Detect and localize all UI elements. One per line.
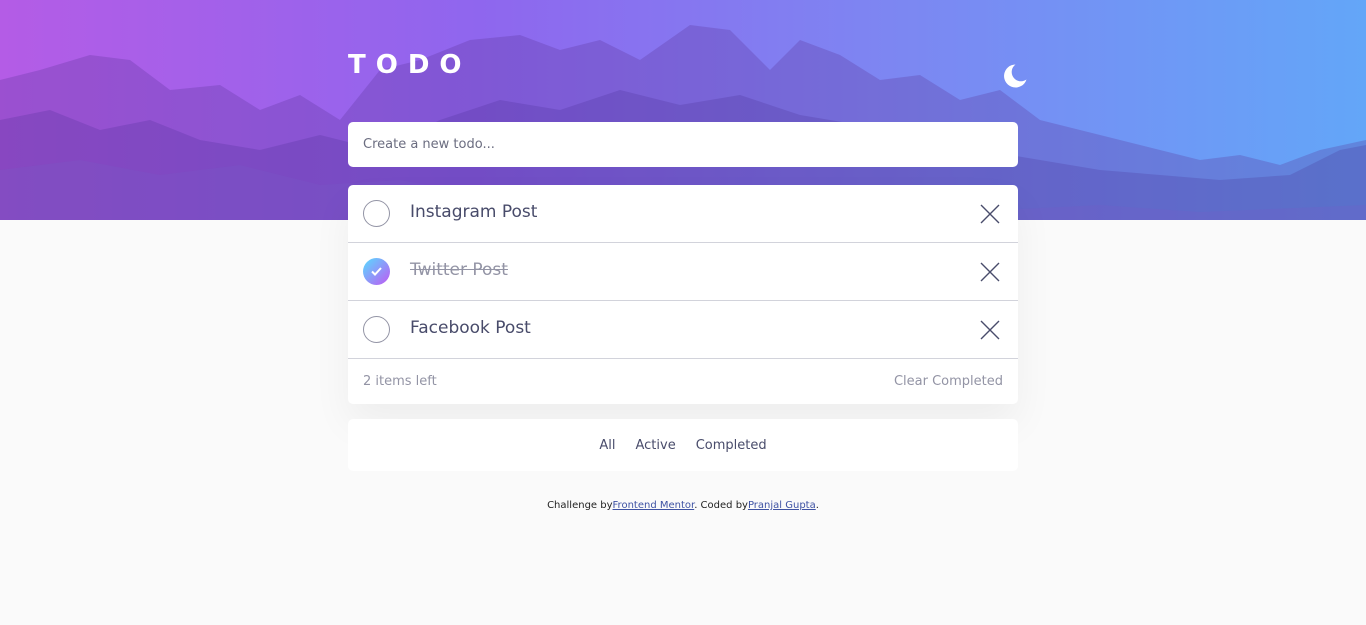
todo-checkbox-checked[interactable]: [363, 258, 390, 285]
close-icon[interactable]: [980, 320, 1000, 340]
attribution-suffix: .: [815, 500, 819, 511]
todo-item: Instagram Post: [348, 185, 1018, 243]
attribution-prefix: Challenge by: [547, 500, 613, 511]
clear-completed-button[interactable]: Clear Completed: [894, 374, 1003, 389]
todo-item: Facebook Post: [348, 301, 1018, 359]
attribution: Challenge byFrontend Mentor. Coded byPra…: [348, 500, 1018, 511]
filter-completed[interactable]: Completed: [696, 438, 767, 453]
todo-text: Facebook Post: [410, 318, 531, 338]
filter-all[interactable]: All: [599, 438, 615, 453]
attribution-middle: . Coded by: [694, 500, 748, 511]
todo-item: Twitter Post: [348, 243, 1018, 301]
new-todo-field[interactable]: [348, 122, 1018, 167]
frontend-mentor-link[interactable]: Frontend Mentor: [613, 500, 695, 511]
app-title: TODO: [348, 50, 472, 80]
theme-toggle-button[interactable]: [1002, 63, 1032, 93]
todo-list: Instagram Post Twitter Post Facebook Pos…: [348, 185, 1018, 404]
todo-text: Instagram Post: [410, 202, 538, 222]
check-icon: [371, 267, 382, 276]
todo-text: Twitter Post: [410, 260, 508, 280]
author-link[interactable]: Pranjal Gupta: [748, 500, 816, 511]
todo-checkbox[interactable]: [363, 316, 390, 343]
filter-bar: All Active Completed: [348, 419, 1018, 471]
list-footer: 2 items left Clear Completed: [348, 359, 1018, 404]
items-left-count: 2 items left: [363, 374, 437, 389]
close-icon[interactable]: [980, 262, 1000, 282]
moon-icon: [1004, 64, 1027, 88]
new-todo-input[interactable]: [363, 137, 1018, 152]
todo-checkbox[interactable]: [363, 200, 390, 227]
close-icon[interactable]: [980, 204, 1000, 224]
filter-active[interactable]: Active: [636, 438, 676, 453]
